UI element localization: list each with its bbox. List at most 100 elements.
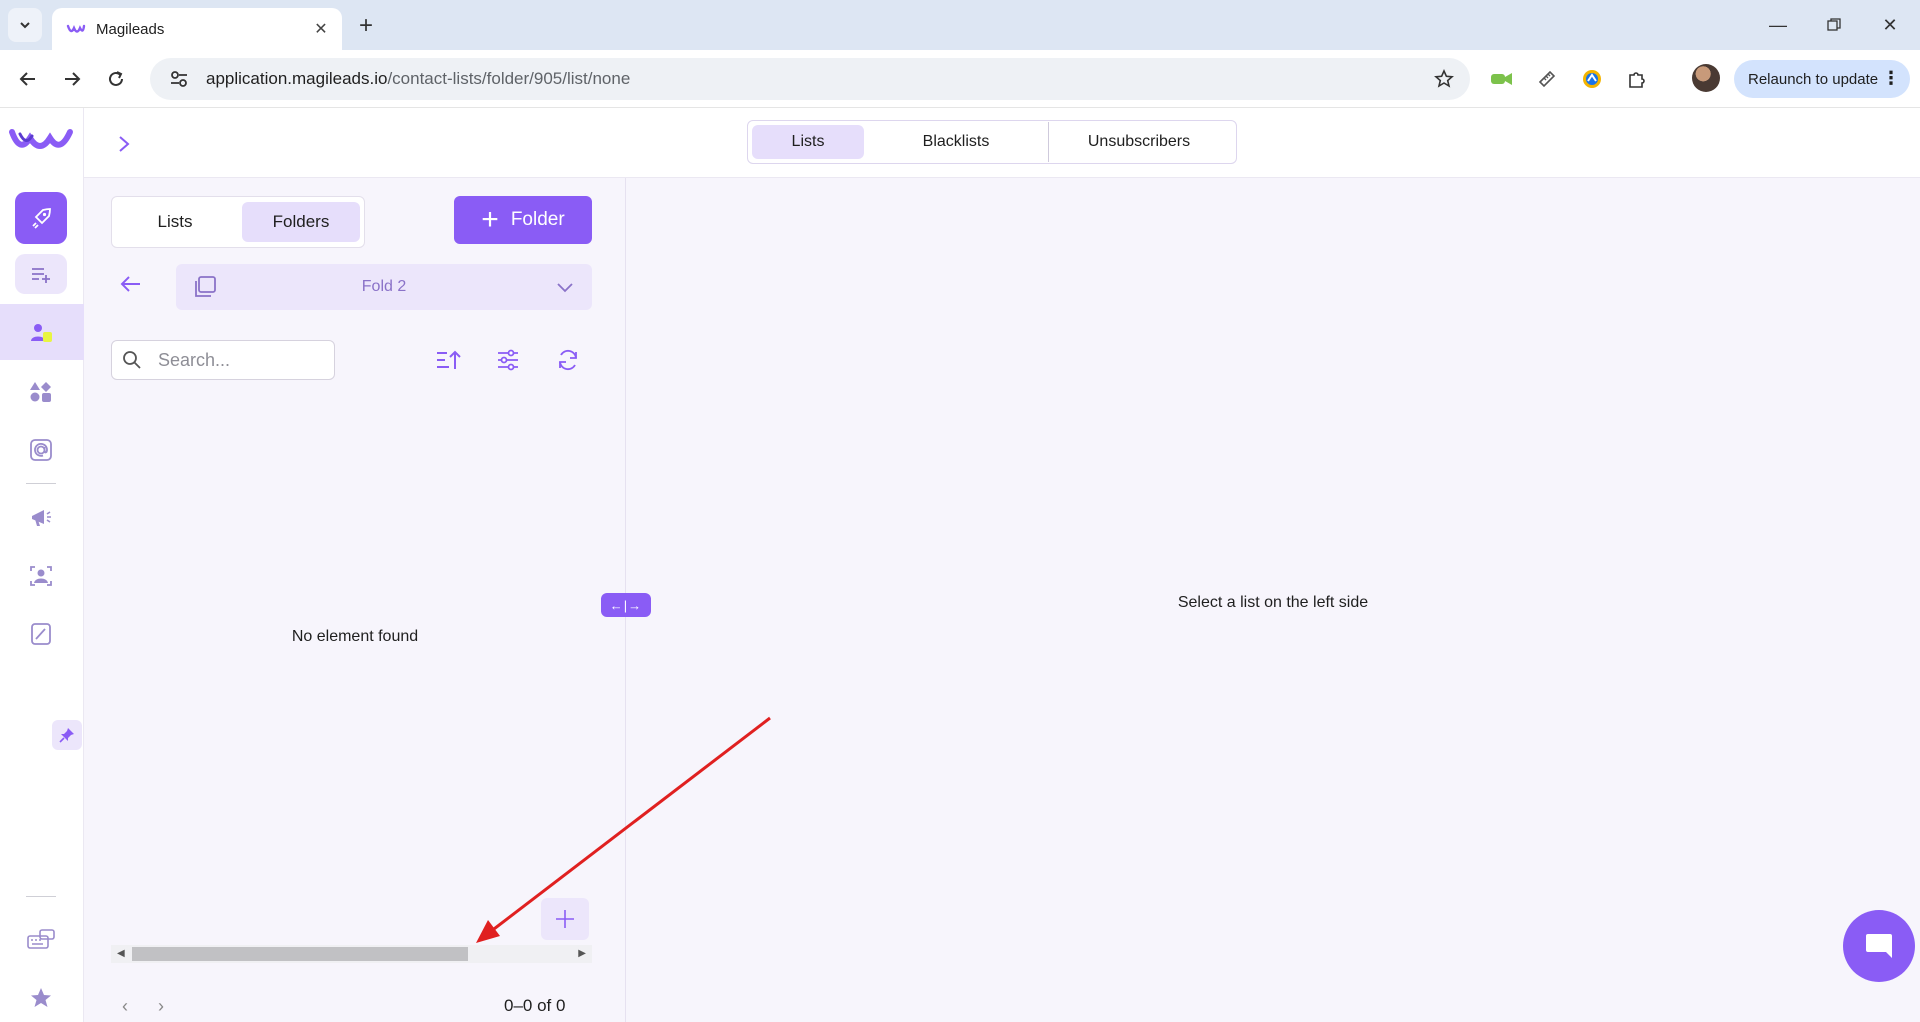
horizontal-scrollbar[interactable]: ◀ ▶ (111, 945, 592, 963)
new-tab-button[interactable]: + (352, 12, 380, 40)
profile-avatar[interactable] (1692, 64, 1720, 92)
lists-panel: Lists Folders + Folder Fold 2 No element (84, 178, 626, 1022)
sidebar-item-email[interactable] (15, 424, 67, 476)
reload-button[interactable] (98, 61, 134, 97)
scroll-left-arrow-icon[interactable]: ◀ (117, 948, 125, 959)
toggle-folders[interactable]: Folders (242, 202, 360, 242)
refresh-icon (559, 349, 577, 371)
tab-title: Magileads (96, 20, 165, 38)
keyboard-shortcut-icon (27, 929, 55, 949)
bookmark-star-icon[interactable] (1424, 59, 1464, 99)
refresh-button[interactable] (552, 344, 584, 376)
plus-icon: + (481, 203, 499, 236)
sliders-icon (498, 349, 518, 371)
relaunch-button[interactable]: Relaunch to update ⋮ (1734, 60, 1910, 98)
reload-icon (109, 71, 123, 86)
tab-search-button[interactable] (8, 8, 42, 42)
empty-state-message: No element found (291, 628, 419, 645)
sidebar-item-favorites[interactable] (15, 972, 67, 1022)
megaphone-icon (32, 510, 51, 526)
url-domain: application.magileads.io (206, 69, 388, 88)
next-page-icon[interactable]: › (158, 996, 164, 1017)
extensions-puzzle-icon[interactable] (1623, 65, 1651, 93)
add-folder-label: Folder (510, 209, 565, 230)
chat-button[interactable] (1843, 910, 1915, 982)
chart-card-icon (31, 623, 51, 645)
folder-select[interactable]: Fold 2 (176, 264, 592, 310)
pin-button[interactable] (52, 720, 82, 750)
add-list-button[interactable] (541, 898, 589, 940)
sidebar-item-keyboard[interactable] (15, 914, 67, 966)
restore-button[interactable] (1806, 8, 1862, 42)
chevron-down-icon (557, 283, 573, 293)
sidebar-item-team[interactable] (15, 550, 67, 602)
search-field[interactable] (111, 340, 335, 380)
add-folder-button[interactable]: + Folder (454, 196, 592, 244)
magileads-logo-icon[interactable] (8, 122, 76, 156)
lists-folders-toggle: Lists Folders (111, 196, 365, 248)
close-icon[interactable]: ✕ (310, 18, 332, 40)
minimize-button[interactable]: — (1750, 8, 1806, 42)
pin-icon (59, 728, 74, 743)
filter-settings-button[interactable] (492, 344, 524, 376)
sidebar-item-campaigns[interactable] (15, 492, 67, 544)
colorful-extension-icon[interactable] (1578, 65, 1606, 93)
browser-toolbar: application.magileads.io/contact-lists/f… (0, 50, 1920, 108)
video-extension-icon[interactable] (1488, 65, 1516, 93)
tab-blacklists[interactable]: Blacklists (864, 125, 1048, 159)
relaunch-label: Relaunch to update (1748, 70, 1879, 88)
sidebar (0, 108, 84, 1022)
search-input[interactable] (158, 349, 308, 371)
ruler-extension-icon[interactable] (1533, 65, 1561, 93)
playlist-add-icon (32, 268, 50, 283)
sidebar-item-shapes[interactable] (15, 366, 67, 418)
current-folder-name: Fold 2 (361, 278, 407, 295)
select-list-hint: Select a list on the left side (1177, 594, 1369, 611)
browser-tabstrip: Magileads ✕ + — ✕ (0, 0, 1920, 50)
sidebar-divider (26, 483, 56, 484)
sidebar-item-contacts[interactable] (0, 304, 84, 360)
forward-button[interactable] (54, 61, 90, 97)
star-icon (31, 988, 51, 1007)
expand-sidebar-button[interactable] (110, 130, 138, 158)
chevron-down-icon (20, 22, 30, 29)
url-path: /contact-lists/folder/905/list/none (387, 69, 631, 88)
shapes-icon (30, 382, 51, 402)
toggle-lists[interactable]: Lists (116, 202, 234, 242)
arrow-left-icon (120, 276, 140, 292)
scrollbar-thumb[interactable] (132, 947, 468, 961)
site-info-icon[interactable] (168, 68, 190, 90)
browser-tab[interactable]: Magileads ✕ (52, 8, 342, 50)
sidebar-divider (26, 896, 56, 897)
email-at-icon (30, 439, 52, 461)
chat-bubble-icon (1866, 934, 1892, 958)
back-button[interactable] (10, 61, 46, 97)
restore-icon (1827, 18, 1841, 31)
previous-page-icon[interactable]: ‹ (122, 996, 128, 1017)
address-bar[interactable]: application.magileads.io/contact-lists/f… (150, 58, 1470, 100)
sidebar-item-playlist-add[interactable] (15, 254, 67, 294)
plus-icon (556, 910, 574, 928)
person-frame-icon (30, 566, 52, 586)
chevron-right-icon (119, 136, 130, 152)
arrow-left-icon (19, 72, 35, 86)
scroll-right-arrow-icon[interactable]: ▶ (578, 948, 586, 959)
more-menu-icon[interactable]: ⋮ (1882, 69, 1900, 87)
magileads-favicon-icon (66, 24, 86, 33)
app-topbar: Lists Blacklists Unsubscribers (84, 108, 1920, 178)
search-icon (123, 351, 141, 369)
sort-button[interactable] (432, 344, 464, 376)
top-tab-group: Lists Blacklists Unsubscribers (747, 120, 1237, 164)
tab-unsubscribers[interactable]: Unsubscribers (1049, 125, 1229, 159)
app-root: Lists Blacklists Unsubscribers Lists Fol… (0, 108, 1920, 1022)
tab-lists[interactable]: Lists (752, 125, 864, 159)
sort-ascending-icon (437, 350, 461, 369)
arrow-right-icon (65, 72, 81, 86)
contacts-icon (31, 324, 52, 342)
pagination-count: 0–0 of 0 (504, 996, 566, 1015)
close-window-button[interactable]: ✕ (1862, 8, 1918, 42)
rocket-icon (32, 208, 51, 229)
sidebar-item-launch[interactable] (15, 192, 67, 244)
folder-back-button[interactable] (111, 264, 151, 304)
sidebar-item-analytics[interactable] (15, 608, 67, 660)
